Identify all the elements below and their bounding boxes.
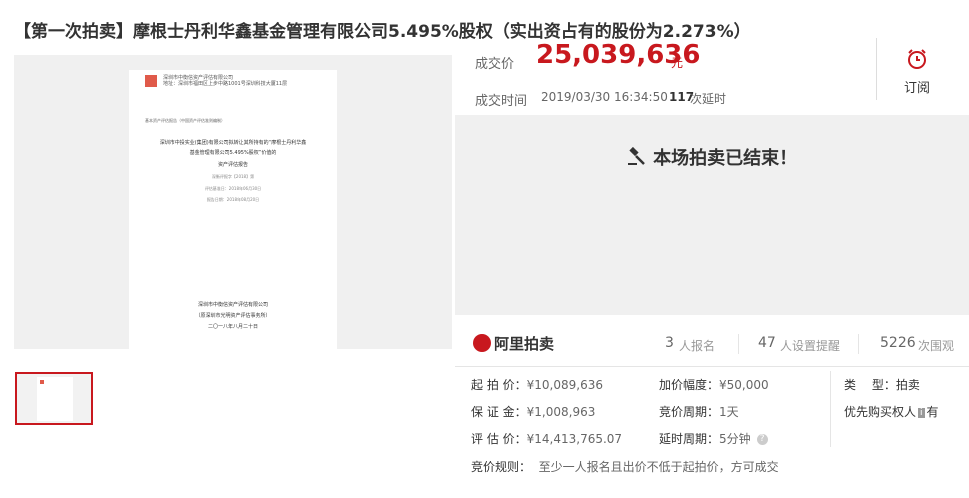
signup-count: 3 <box>665 335 674 351</box>
page-title: 【第一次拍卖】摩根士丹利华鑫基金管理有限公司5.495%股权（实出资占有的股份为… <box>14 22 751 42</box>
doc-title2: 基金管理有限公司5.495%股权”价值的 <box>189 150 277 156</box>
start-price-row: 起 拍 价：¥10,089,636 <box>471 376 603 393</box>
doc-title3: 资产评估报告 <box>217 162 248 168</box>
info-badge-icon: i <box>918 407 925 418</box>
priority-value: 有 <box>926 405 939 419</box>
signup-label: 人报名 <box>679 339 716 353</box>
doc-header-sub: 地址：深圳市福田区上步中路1001号深圳科技大厦11层 <box>163 81 288 87</box>
deposit-label: 保 证 金： <box>471 405 527 419</box>
priority-row: 优先购买权人 i 有 <box>844 403 939 420</box>
subscribe-button[interactable]: 订阅 <box>890 47 944 96</box>
doc-footer2: （原深圳市光明资产评估事务所） <box>195 313 271 319</box>
delay-label: 延时周期： <box>659 432 720 446</box>
doc-footer1: 深圳市中衡信资产评估有限公司 <box>197 302 268 308</box>
period-value: 1天 <box>719 405 739 419</box>
appraisal-logo <box>145 75 157 87</box>
document-preview: 深圳市中衡信资产评估有限公司 地址：深圳市福田区上步中路1001号深圳科技大厦1… <box>129 70 337 349</box>
divider <box>876 38 877 100</box>
ali-auction-icon <box>473 333 491 352</box>
ended-message: 本场拍卖已结束！ <box>653 148 798 169</box>
delay-value: 5分钟 <box>719 432 751 446</box>
stat-divider <box>738 334 739 354</box>
alarm-clock-icon <box>905 49 929 75</box>
appraisal-label: 评 估 价： <box>471 432 527 446</box>
price-label: 成交价 <box>475 57 515 72</box>
extend-suffix: 次延时 <box>690 92 727 106</box>
gavel-icon <box>627 146 653 169</box>
deal-time: 2019/03/30 16:34:50 <box>541 90 668 104</box>
start-price-label: 起 拍 价： <box>471 378 527 392</box>
main-image: 深圳市中衡信资产评估有限公司 地址：深圳市福田区上步中路1001号深圳科技大厦1… <box>14 55 452 349</box>
deposit-value: ¥1,008,963 <box>526 405 596 419</box>
subscribe-label: 订阅 <box>903 81 930 96</box>
increment-label: 加价幅度： <box>659 378 720 392</box>
doc-header: 深圳市中衡信资产评估有限公司 地址：深圳市福田区上步中路1001号深圳科技大厦1… <box>163 75 323 87</box>
auction-ended-banner: 本场拍卖已结束！ <box>455 115 969 315</box>
thumbnail-page <box>37 377 73 421</box>
doc-meta1: 深衡评报字【2018】第 <box>211 174 255 179</box>
priority-label: 优先购买权人 <box>844 405 917 419</box>
deposit-row: 保 证 金：¥1,008,963 <box>471 403 595 420</box>
period-row: 竞价周期：1天 <box>659 403 739 420</box>
appraisal-value: ¥14,413,765.07 <box>526 432 623 446</box>
type-value: 拍卖 <box>895 378 920 392</box>
rule-label: 竞价规则： <box>471 460 532 474</box>
appraisal-row: 评 估 价：¥14,413,765.07 <box>471 430 622 447</box>
brand-logo[interactable]: 阿里拍卖 <box>473 333 554 354</box>
reminder-count: 47 <box>758 335 776 351</box>
view-count: 5226 <box>880 335 916 351</box>
stats-bar: 阿里拍卖 3 人报名 47 人设置提醒 5226 次围观 <box>455 322 969 367</box>
reminder-label: 人设置提醒 <box>780 339 841 353</box>
type-label: 类 型： <box>844 378 896 392</box>
doc-meta2: 评估基准日：2018年06月30日 <box>204 186 262 191</box>
doc-line1: 基本资产评估报告（中国资产评估准则编制） <box>145 118 225 123</box>
price-unit: 元 <box>671 56 684 70</box>
start-price-value: ¥10,089,636 <box>526 378 603 392</box>
rule-row: 竞价规则： 至少一人报名且出价不低于起拍价，方可成交 <box>471 458 779 475</box>
stat-divider <box>858 334 859 354</box>
doc-footer3: 二〇一八年八月二十日 <box>207 324 258 330</box>
rule-value: 至少一人报名且出价不低于起拍价，方可成交 <box>538 460 779 474</box>
increment-value: ¥50,000 <box>719 378 769 392</box>
info-divider <box>830 371 831 447</box>
time-label: 成交时间 <box>475 94 528 109</box>
thumbnail-1[interactable] <box>15 372 93 425</box>
doc-meta3: 报告日期：2018年08月20日 <box>206 197 260 202</box>
increment-row: 加价幅度：¥50,000 <box>659 376 769 393</box>
brand-name: 阿里拍卖 <box>494 335 555 353</box>
period-label: 竞价周期： <box>659 405 720 419</box>
view-label: 次围观 <box>918 339 955 353</box>
help-icon[interactable]: ? <box>756 434 768 445</box>
type-row: 类 型：拍卖 <box>844 376 920 393</box>
doc-title1: 深圳市中投实业(集团)有限公司拟转让其所持有的“摩根士丹利华鑫 <box>159 140 307 146</box>
delay-row: 延时周期：5分钟? <box>659 430 768 447</box>
